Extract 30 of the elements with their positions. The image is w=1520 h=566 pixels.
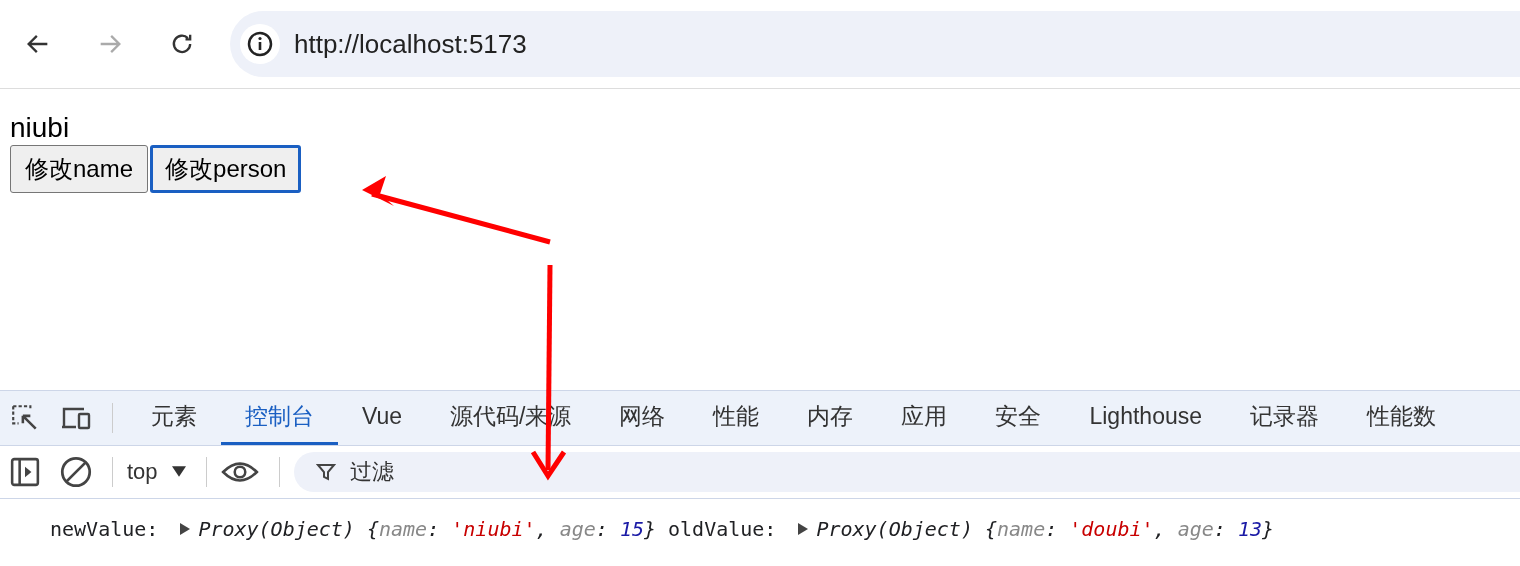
expand-icon[interactable]	[180, 523, 191, 535]
devtools-tab[interactable]: 元素	[127, 391, 221, 445]
page-button[interactable]: 修改name	[10, 145, 149, 193]
url-text: http://localhost:5173	[294, 28, 527, 60]
page-button[interactable]: 修改person	[150, 145, 302, 193]
page-text: niubi	[10, 111, 71, 145]
expand-icon[interactable]	[798, 523, 809, 535]
console-label: newValue:	[50, 517, 159, 541]
devtools-tab[interactable]: Lighthouse	[1065, 391, 1226, 445]
object-preview[interactable]: Proxy(Object) {name: 'niubi', age: 15}	[198, 517, 656, 541]
devtools-tab[interactable]: 网络	[595, 391, 690, 445]
devtools-tab[interactable]: 记录器	[1226, 391, 1343, 445]
console-label: oldValue:	[668, 517, 777, 541]
context-dropdown[interactable]: top	[127, 459, 186, 485]
object-preview[interactable]: Proxy(Object) {name: 'doubi', age: 13}	[816, 517, 1275, 541]
info-icon[interactable]	[240, 24, 280, 64]
clear-icon[interactable]	[60, 456, 92, 488]
filter-field[interactable]: 过滤	[293, 452, 1520, 492]
caret-icon	[171, 466, 186, 478]
devtools-tab[interactable]: 控制台	[221, 391, 338, 445]
eye-icon[interactable]	[220, 459, 259, 485]
devtools-tab[interactable]: Vue	[338, 391, 427, 445]
devtools-tab[interactable]: 安全	[971, 391, 1066, 445]
devtools-tab[interactable]: 内存	[783, 391, 878, 445]
devtools-tab[interactable]: 应用	[877, 391, 972, 445]
devtools-tab[interactable]: 性能	[689, 391, 784, 445]
devtools-tab[interactable]: 性能数	[1343, 391, 1460, 445]
filter-icon	[315, 462, 336, 482]
address-bar[interactable]: http://localhost:5173	[230, 11, 1520, 77]
sidebar-icon[interactable]	[10, 457, 40, 487]
